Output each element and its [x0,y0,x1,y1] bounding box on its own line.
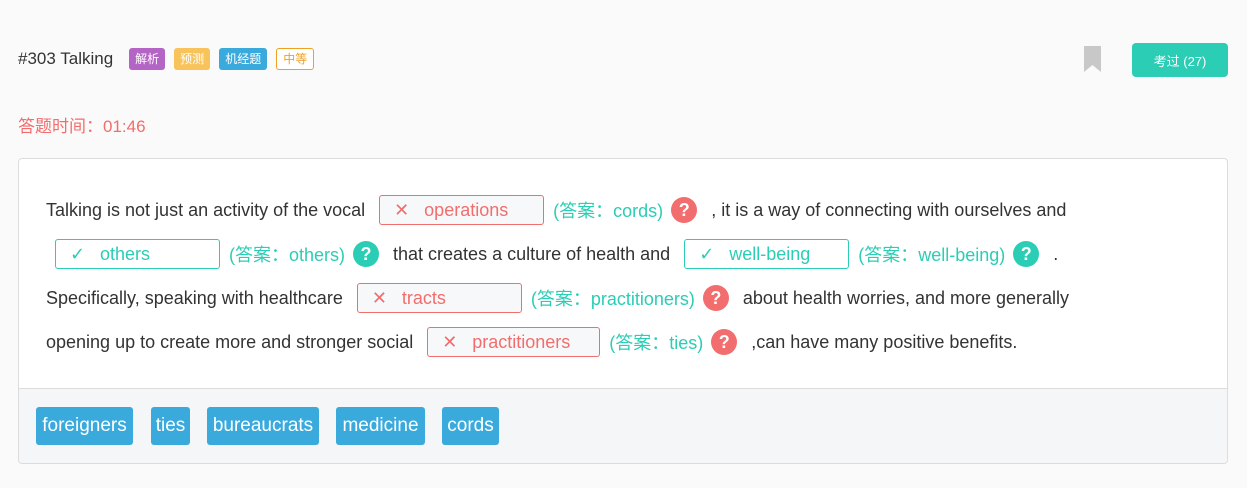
passage-text: about health worries, and more generally [742,287,1070,308]
help-icon[interactable]: ? [702,285,729,311]
bookmark-icon[interactable] [1084,46,1101,72]
correct-answer: (答案：practitioners) [530,289,695,309]
help-icon[interactable]: ? [711,329,738,355]
correct-answer: (答案：others) [229,245,346,265]
passage-line-2: ✓ others (答案：others) ? that creates a cu… [46,238,1058,270]
passage-line-3: Specifically, speaking with healthcare ✕… [46,282,1069,314]
analysis-badge[interactable]: 解析 [129,48,166,70]
passage-text: Talking is not just an activity of the v… [46,199,366,220]
prediction-badge[interactable]: 预测 [174,48,211,70]
passage-text: Specifically, speaking with healthcare [46,287,343,308]
passage-line-4: opening up to create more and stronger s… [46,326,1017,358]
help-icon[interactable]: ? [353,241,380,267]
blank-user-answer: others [100,243,151,264]
blank-5[interactable]: ✕ practitioners [427,327,601,357]
check-icon: ✓ [70,243,86,264]
wrong-icon: ✕ [371,287,387,308]
exam-question-badge[interactable]: 机经题 [219,48,268,70]
passage-text: . [1053,243,1059,264]
check-icon: ✓ [699,243,715,264]
wrong-icon: ✕ [394,199,410,220]
passage-text: ,can have many positive benefits. [751,331,1018,352]
question-title: #303 Talking [18,49,114,68]
difficulty-badge: 中等 [276,48,315,70]
question-panel: Talking is not just an activity of the v… [18,158,1228,464]
correct-answer: (答案：cords) [553,201,664,221]
timer-label: 答题时间： [18,117,103,136]
word-chip-ties[interactable]: ties [151,407,190,445]
word-chip-bureaucrats[interactable]: bureaucrats [207,407,319,445]
blank-1[interactable]: ✕ operations [379,195,545,225]
wrong-icon: ✕ [442,331,458,352]
passage-text: , it is a way of connecting with ourselv… [711,199,1067,220]
blank-3[interactable]: ✓ well-being [684,239,850,269]
correct-answer: (答案：well-being) [858,245,1006,265]
passage-line-1: Talking is not just an activity of the v… [46,194,1066,226]
blank-user-answer: tracts [401,287,446,308]
blank-4[interactable]: ✕ tracts [356,283,522,313]
answer-timer: 答题时间：01:46 [18,112,146,137]
passage-text: opening up to create more and stronger s… [46,331,414,352]
blank-user-answer: practitioners [472,331,571,352]
timer-value: 01:46 [103,117,146,136]
passage: Talking is not just an activity of the v… [19,159,1227,388]
correct-answer: (答案：ties) [609,333,704,353]
exam-taken-button[interactable]: 考过 (27) [1132,43,1228,77]
blank-2[interactable]: ✓ others [55,239,220,269]
blank-user-answer: well-being [729,243,811,264]
word-chip-foreigners[interactable]: foreigners [36,407,133,445]
question-header: #303 Talking 解析 预测 机经题 中等 [18,44,323,74]
blank-user-answer: operations [424,199,509,220]
passage-text: that creates a culture of health and [393,243,671,264]
word-chip-medicine[interactable]: medicine [336,407,425,445]
help-icon[interactable]: ? [1013,241,1040,267]
help-icon[interactable]: ? [671,197,698,223]
word-chip-cords[interactable]: cords [442,407,499,445]
word-bank: foreigners ties bureaucrats medicine cor… [19,388,1227,463]
